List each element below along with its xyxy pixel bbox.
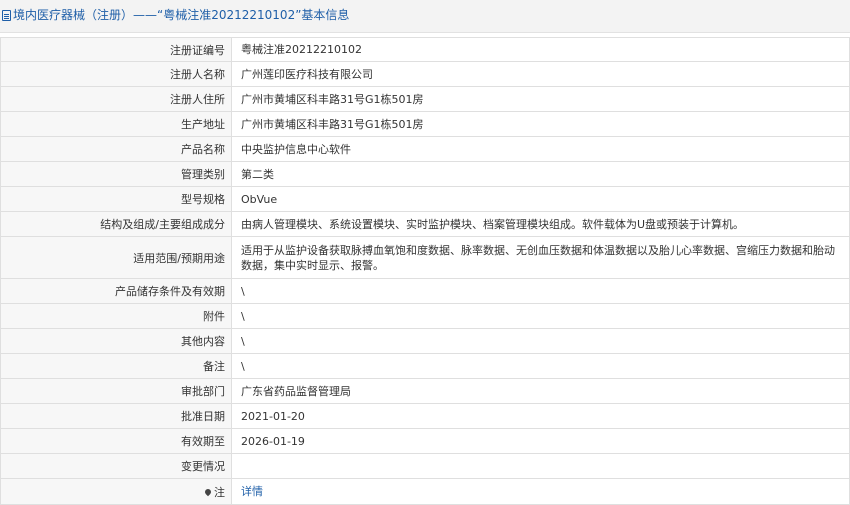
table-row: 管理类别 第二类 (0, 161, 850, 187)
row-value: \ (231, 278, 850, 304)
row-value: 广东省药品监督管理局 (231, 378, 850, 404)
table-row: 结构及组成/主要组成成分 由病人管理模块、系统设置模块、实时监护模块、档案管理模… (0, 211, 850, 237)
table-row: 备注 \ (0, 353, 850, 379)
row-value: 中央监护信息中心软件 (231, 136, 850, 162)
table-row: 生产地址 广州市黄埔区科丰路31号G1栋501房 (0, 111, 850, 137)
table-row: 型号规格 ObVue (0, 186, 850, 212)
row-value: 广州市黄埔区科丰路31号G1栋501房 (231, 86, 850, 112)
row-value: 广州莲印医疗科技有限公司 (231, 61, 850, 87)
row-value: \ (231, 328, 850, 354)
page-title: 境内医疗器械（注册）——“粤械注准20212210102”基本信息 (13, 8, 350, 22)
table-row: 注册人住所 广州市黄埔区科丰路31号G1栋501房 (0, 86, 850, 112)
row-label: 型号规格 (0, 186, 232, 212)
table-row: 适用范围/预期用途 适用于从监护设备获取脉搏血氧饱和度数据、脉率数据、无创血压数… (0, 236, 850, 279)
row-label: 适用范围/预期用途 (0, 236, 232, 279)
footer-label: 注 (0, 478, 232, 505)
row-label: 注册证编号 (0, 37, 232, 62)
row-value: 适用于从监护设备获取脉搏血氧饱和度数据、脉率数据、无创血压数据和体温数据以及胎儿… (231, 236, 850, 279)
table-row: 产品储存条件及有效期 \ (0, 278, 850, 304)
row-value: 2021-01-20 (231, 403, 850, 429)
table-row: 注册证编号 粤械注准20212210102 (0, 37, 850, 62)
row-value: 第二类 (231, 161, 850, 187)
row-value: 粤械注准20212210102 (231, 37, 850, 62)
row-label: 注册人住所 (0, 86, 232, 112)
row-label: 审批部门 (0, 378, 232, 404)
info-table: 注册证编号 粤械注准20212210102 注册人名称 广州莲印医疗科技有限公司… (0, 37, 850, 505)
row-label: 其他内容 (0, 328, 232, 354)
table-row: 附件 \ (0, 303, 850, 329)
table-row: 注册人名称 广州莲印医疗科技有限公司 (0, 61, 850, 87)
table-row: 审批部门 广东省药品监督管理局 (0, 378, 850, 404)
row-label: 产品储存条件及有效期 (0, 278, 232, 304)
document-icon (2, 10, 11, 21)
row-value: ObVue (231, 186, 850, 212)
row-label: 注册人名称 (0, 61, 232, 87)
location-pin-icon (203, 487, 213, 496)
row-label: 批准日期 (0, 403, 232, 429)
row-value: \ (231, 353, 850, 379)
row-value: 2026-01-19 (231, 428, 850, 454)
page-header: 境内医疗器械（注册）——“粤械注准20212210102”基本信息 (0, 0, 850, 33)
row-label: 有效期至 (0, 428, 232, 454)
row-label: 备注 (0, 353, 232, 379)
table-row: 批准日期 2021-01-20 (0, 403, 850, 429)
row-value: 广州市黄埔区科丰路31号G1栋501房 (231, 111, 850, 137)
table-row: 其他内容 \ (0, 328, 850, 354)
table-row: 变更情况 (0, 453, 850, 479)
row-label: 结构及组成/主要组成成分 (0, 211, 232, 237)
row-value (231, 453, 850, 479)
footer-value: 详情 (231, 478, 850, 505)
details-link[interactable]: 详情 (241, 485, 263, 498)
table-row: 有效期至 2026-01-19 (0, 428, 850, 454)
row-label: 管理类别 (0, 161, 232, 187)
row-label: 附件 (0, 303, 232, 329)
footer-label-text: 注 (214, 485, 225, 499)
row-value: \ (231, 303, 850, 329)
row-label: 生产地址 (0, 111, 232, 137)
row-label: 变更情况 (0, 453, 232, 479)
row-label: 产品名称 (0, 136, 232, 162)
row-value: 由病人管理模块、系统设置模块、实时监护模块、档案管理模块组成。软件载体为U盘或预… (231, 211, 850, 237)
table-row-footer: 注 详情 (0, 478, 850, 505)
table-row: 产品名称 中央监护信息中心软件 (0, 136, 850, 162)
